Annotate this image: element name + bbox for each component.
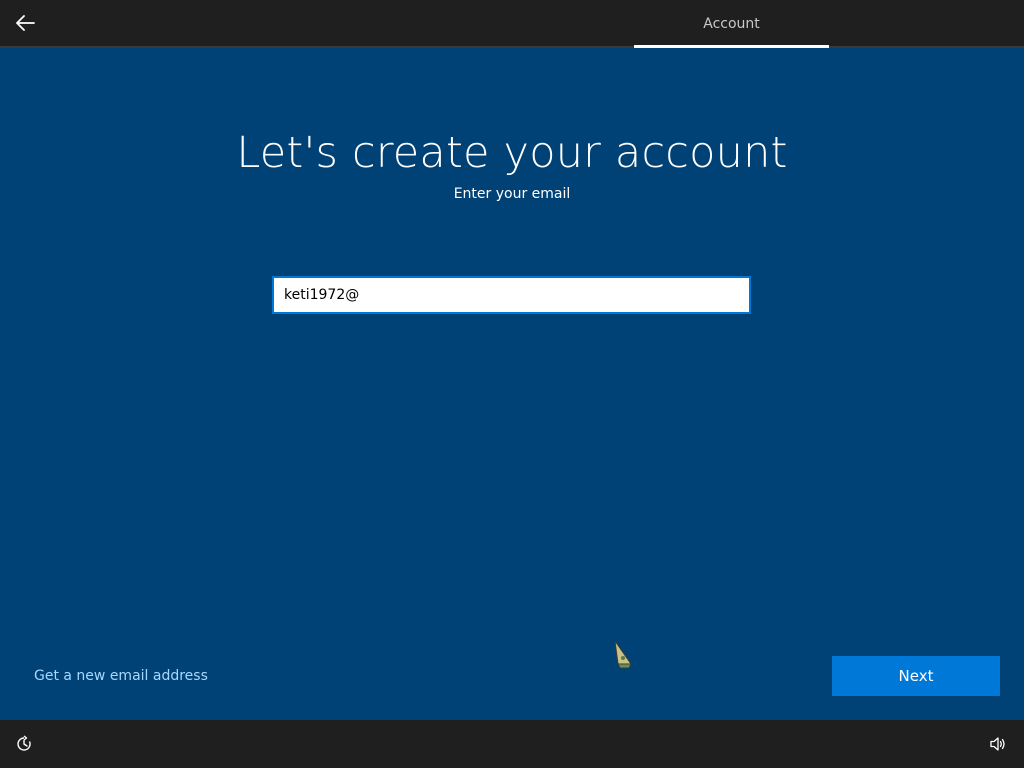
email-field[interactable] bbox=[272, 276, 751, 314]
next-button[interactable]: Next bbox=[832, 656, 1000, 696]
tab-account[interactable]: Account bbox=[634, 0, 829, 46]
main-panel: Let's create your account Enter your ema… bbox=[0, 48, 1024, 720]
page-subtitle: Enter your email bbox=[453, 186, 571, 202]
busy-cursor-icon bbox=[614, 640, 632, 669]
bottom-bar bbox=[0, 720, 1024, 768]
top-bar: Account bbox=[0, 0, 1024, 48]
ease-of-access-icon bbox=[17, 735, 31, 751]
get-new-email-link[interactable]: Get a new email address bbox=[34, 666, 208, 686]
arrow-left-icon bbox=[16, 15, 35, 31]
back-button[interactable] bbox=[8, 6, 42, 40]
page-title: Let's create your account bbox=[236, 128, 788, 178]
ease-of-access-button[interactable] bbox=[12, 732, 36, 756]
volume-icon bbox=[990, 737, 1005, 751]
volume-button[interactable] bbox=[986, 732, 1010, 756]
